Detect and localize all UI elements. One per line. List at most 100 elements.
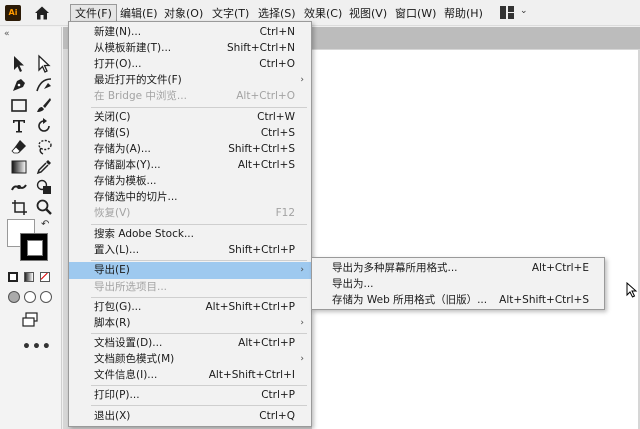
menu-window[interactable]: 窗口(W) bbox=[391, 4, 440, 23]
menu-item-shortcut: Alt+Ctrl+O bbox=[236, 90, 295, 102]
menu-item-save[interactable]: 存储(S) Ctrl+S bbox=[69, 125, 311, 141]
menu-item-search-adobe-stock[interactable]: 搜索 Adobe Stock... bbox=[69, 226, 311, 242]
menu-item-label: 新建(N)... bbox=[94, 26, 142, 38]
workspace-switcher-icon[interactable] bbox=[500, 6, 514, 19]
submenu-arrow-icon: › bbox=[300, 265, 304, 275]
submenu-item-save-for-web[interactable]: 存储为 Web 所用格式（旧版）... Alt+Shift+Ctrl+S bbox=[312, 292, 604, 308]
menu-item-label: 恢复(V) bbox=[94, 207, 131, 219]
rectangle-tool-icon[interactable] bbox=[9, 95, 29, 115]
menu-item-label: 打印(P)... bbox=[94, 389, 140, 401]
menu-item-document-color-mode[interactable]: 文档颜色模式(M) › bbox=[69, 351, 311, 367]
menu-item-save-as[interactable]: 存储为(A)... Shift+Ctrl+S bbox=[69, 141, 311, 157]
menu-item-new-from-template[interactable]: 从模板新建(T)... Shift+Ctrl+N bbox=[69, 40, 311, 56]
menu-item-new[interactable]: 新建(N)... Ctrl+N bbox=[69, 24, 311, 40]
menu-item-exit[interactable]: 退出(X) Ctrl+Q bbox=[69, 408, 311, 424]
menu-item-save-a-copy[interactable]: 存储副本(Y)... Alt+Ctrl+S bbox=[69, 157, 311, 173]
menu-item-close[interactable]: 关闭(C) Ctrl+W bbox=[69, 109, 311, 125]
menu-item-label: 文件信息(I)... bbox=[94, 369, 158, 381]
menu-item-label: 从模板新建(T)... bbox=[94, 42, 172, 54]
menu-separator bbox=[91, 260, 307, 261]
swap-fill-stroke-icon[interactable]: ↶ bbox=[41, 219, 49, 230]
menu-item-package[interactable]: 打包(G)... Alt+Shift+Ctrl+P bbox=[69, 299, 311, 315]
gradient-tool-icon[interactable] bbox=[9, 157, 29, 177]
menu-item-label: 存储为(A)... bbox=[94, 143, 151, 155]
menu-item-save-selected-slices[interactable]: 存储选中的切片... bbox=[69, 189, 311, 205]
draw-inside-icon[interactable] bbox=[40, 291, 52, 303]
selection-tool-icon[interactable] bbox=[9, 54, 29, 74]
menu-view[interactable]: 视图(V) bbox=[345, 4, 391, 23]
rotate-tool-icon[interactable] bbox=[34, 116, 54, 136]
menu-item-label: 存储为 Web 所用格式（旧版）... bbox=[332, 294, 488, 306]
width-tool-icon[interactable] bbox=[9, 177, 29, 197]
menu-item-label: 存储(S) bbox=[94, 127, 130, 139]
menu-item-shortcut: F12 bbox=[275, 207, 295, 219]
menu-help[interactable]: 帮助(H) bbox=[440, 4, 487, 23]
paintbrush-tool-icon[interactable] bbox=[34, 95, 54, 115]
menu-item-label: 导出为... bbox=[332, 278, 374, 290]
draw-normal-icon[interactable] bbox=[8, 291, 20, 303]
menu-item-label: 关闭(C) bbox=[94, 111, 131, 123]
menu-item-label: 搜索 Adobe Stock... bbox=[94, 228, 194, 240]
collapse-panel-icon[interactable]: « bbox=[4, 29, 10, 39]
menu-item-label: 置入(L)... bbox=[94, 244, 140, 256]
menu-item-shortcut: Ctrl+N bbox=[259, 26, 295, 38]
menu-item-browse-in-bridge: 在 Bridge 中浏览... Alt+Ctrl+O bbox=[69, 88, 311, 104]
submenu-item-export-as[interactable]: 导出为... bbox=[312, 276, 604, 292]
menu-item-document-setup[interactable]: 文档设置(D)... Alt+Ctrl+P bbox=[69, 335, 311, 351]
artboard-tool-icon[interactable] bbox=[9, 197, 29, 217]
menu-item-label: 存储为模板... bbox=[94, 175, 157, 187]
submenu-item-export-for-screens[interactable]: 导出为多种屏幕所用格式... Alt+Ctrl+E bbox=[312, 260, 604, 276]
curvature-tool-icon[interactable] bbox=[34, 75, 54, 95]
artboard[interactable] bbox=[312, 50, 638, 429]
screen-mode-icon[interactable] bbox=[20, 310, 40, 330]
menu-item-place[interactable]: 置入(L)... Shift+Ctrl+P bbox=[69, 242, 311, 258]
stroke-color-swatch[interactable] bbox=[20, 233, 48, 261]
menu-item-revert: 恢复(V) F12 bbox=[69, 205, 311, 221]
menu-item-label: 导出(E) bbox=[94, 264, 130, 276]
submenu-arrow-icon: › bbox=[300, 75, 304, 85]
menu-item-shortcut: Alt+Shift+Ctrl+P bbox=[205, 301, 296, 313]
menu-item-export-selection: 导出所选项目... bbox=[69, 279, 311, 295]
menu-item-open[interactable]: 打开(O)... Ctrl+O bbox=[69, 56, 311, 72]
menu-item-shortcut: Shift+Ctrl+P bbox=[228, 244, 295, 256]
menu-item-label: 最近打开的文件(F) bbox=[94, 74, 182, 86]
mouse-cursor-icon bbox=[626, 281, 638, 298]
menu-item-shortcut: Shift+Ctrl+S bbox=[228, 143, 295, 155]
menu-item-export[interactable]: 导出(E) › bbox=[69, 262, 311, 279]
menu-item-open-recent[interactable]: 最近打开的文件(F) › bbox=[69, 72, 311, 88]
lasso-tool-icon[interactable] bbox=[34, 137, 54, 157]
direct-selection-tool-icon[interactable] bbox=[34, 54, 54, 74]
menu-item-shortcut: Ctrl+P bbox=[261, 389, 295, 401]
menu-item-shortcut: Ctrl+O bbox=[259, 58, 295, 70]
menu-item-label: 打开(O)... bbox=[94, 58, 142, 70]
menu-item-shortcut: Alt+Ctrl+P bbox=[238, 337, 295, 349]
type-tool-icon[interactable] bbox=[9, 116, 29, 136]
menu-item-label: 脚本(R) bbox=[94, 317, 131, 329]
submenu-arrow-icon: › bbox=[300, 354, 304, 364]
home-icon[interactable] bbox=[33, 4, 51, 22]
gradient-mode-icon[interactable] bbox=[24, 272, 34, 282]
menu-item-print[interactable]: 打印(P)... Ctrl+P bbox=[69, 387, 311, 403]
zoom-tool-icon[interactable] bbox=[34, 197, 54, 217]
menu-item-label: 存储选中的切片... bbox=[94, 191, 178, 203]
menu-item-shortcut: Ctrl+W bbox=[257, 111, 295, 123]
pen-tool-icon[interactable] bbox=[9, 75, 29, 95]
shape-builder-tool-icon[interactable] bbox=[34, 177, 54, 197]
eyedropper-tool-icon[interactable] bbox=[34, 157, 54, 177]
color-mode-icon[interactable] bbox=[8, 272, 18, 282]
menu-item-scripts[interactable]: 脚本(R) › bbox=[69, 315, 311, 331]
menu-item-shortcut: Alt+Ctrl+E bbox=[531, 262, 589, 274]
chevron-down-icon[interactable]: ⌄ bbox=[520, 6, 528, 16]
file-menu-dropdown: 新建(N)... Ctrl+N 从模板新建(T)... Shift+Ctrl+N… bbox=[68, 21, 312, 427]
more-tools-icon[interactable]: ••• bbox=[22, 339, 52, 355]
submenu-arrow-icon: › bbox=[300, 318, 304, 328]
illustrator-app-icon: Ai bbox=[5, 5, 21, 21]
menu-item-label: 退出(X) bbox=[94, 410, 131, 422]
menu-item-save-as-template[interactable]: 存储为模板... bbox=[69, 173, 311, 189]
menu-separator bbox=[91, 224, 307, 225]
menu-separator bbox=[91, 405, 307, 406]
draw-behind-icon[interactable] bbox=[24, 291, 36, 303]
eraser-tool-icon[interactable] bbox=[9, 137, 29, 157]
menu-item-file-info[interactable]: 文件信息(I)... Alt+Shift+Ctrl+I bbox=[69, 367, 311, 383]
none-mode-icon[interactable] bbox=[40, 272, 50, 282]
